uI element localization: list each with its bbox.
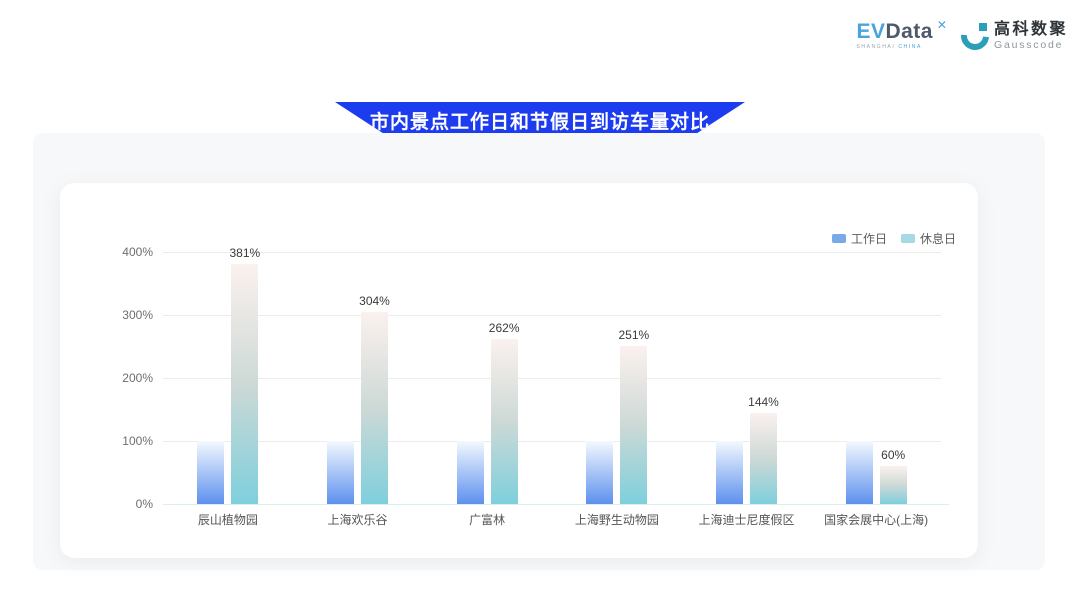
bar-group: 251%上海野生动物园 bbox=[586, 252, 647, 504]
bar-value-label: 304% bbox=[359, 294, 390, 308]
gausscode-name-cn: 高科数聚 bbox=[994, 22, 1068, 38]
bar-restday[interactable] bbox=[361, 312, 388, 504]
y-axis-label: 100% bbox=[97, 434, 153, 448]
bar-restday[interactable] bbox=[750, 413, 777, 504]
bar-workday[interactable] bbox=[586, 441, 613, 504]
legend-item[interactable]: 工作日 bbox=[832, 230, 887, 247]
legend-item[interactable]: 休息日 bbox=[901, 230, 956, 247]
bar-group: 304%上海欢乐谷 bbox=[327, 252, 388, 504]
gausscode-icon bbox=[961, 22, 989, 50]
bar-group: 144%上海迪士尼度假区 bbox=[716, 252, 777, 504]
grid-line bbox=[163, 315, 941, 316]
evdata-logo: EVData ✕ SHANGHAI CHINA bbox=[856, 22, 947, 50]
x-axis-label: 辰山植物园 bbox=[198, 511, 258, 528]
bar-workday[interactable] bbox=[197, 441, 224, 504]
bar-restday[interactable] bbox=[620, 346, 647, 504]
evdata-x-icon: ✕ bbox=[937, 18, 947, 32]
bar-restday[interactable] bbox=[491, 339, 518, 504]
y-axis-label: 0% bbox=[97, 497, 153, 511]
bar-workday[interactable] bbox=[846, 441, 873, 504]
bar-value-label: 144% bbox=[748, 395, 779, 409]
bar-value-label: 381% bbox=[229, 246, 260, 260]
bar-workday[interactable] bbox=[327, 441, 354, 504]
y-axis-label: 300% bbox=[97, 308, 153, 322]
gausscode-name-en: Gausscode bbox=[994, 40, 1068, 51]
bar-restday[interactable] bbox=[231, 264, 258, 504]
y-axis-label: 200% bbox=[97, 371, 153, 385]
legend-label: 休息日 bbox=[920, 230, 956, 247]
legend-swatch bbox=[832, 234, 846, 243]
bar-workday[interactable] bbox=[716, 441, 743, 504]
x-axis-label: 广富林 bbox=[469, 511, 505, 528]
grid-line bbox=[163, 252, 941, 253]
bar-restday[interactable] bbox=[880, 466, 907, 504]
bar-value-label: 262% bbox=[489, 321, 520, 335]
page: EVData ✕ SHANGHAI CHINA 高科数聚 Gausscode 市… bbox=[0, 0, 1080, 608]
gausscode-logo: 高科数聚 Gausscode bbox=[961, 22, 1068, 51]
x-axis-label: 上海欢乐谷 bbox=[327, 511, 387, 528]
bar-group: 381%辰山植物园 bbox=[197, 252, 258, 504]
chart-legend: 工作日 休息日 bbox=[832, 230, 956, 247]
chart-title: 市内景点工作日和节假日到访车量对比 bbox=[370, 107, 710, 134]
x-axis-line bbox=[163, 504, 949, 505]
bar-group: 60%国家会展中心(上海) bbox=[846, 252, 907, 504]
header-logos: EVData ✕ SHANGHAI CHINA 高科数聚 Gausscode bbox=[856, 22, 1068, 51]
legend-swatch bbox=[901, 234, 915, 243]
bar-workday[interactable] bbox=[457, 441, 484, 504]
plot-area: 0%100%200%300%400%381%辰山植物园304%上海欢乐谷262%… bbox=[163, 252, 941, 504]
bar-group: 262%广富林 bbox=[457, 252, 518, 504]
evdata-logo-subtitle: SHANGHAI CHINA bbox=[856, 44, 933, 50]
y-axis-label: 400% bbox=[97, 245, 153, 259]
evdata-logo-text: EVData bbox=[856, 22, 933, 42]
chart-card: 工作日休息日 0%100%200%300%400%381%辰山植物园304%上海… bbox=[60, 183, 978, 558]
x-axis-label: 上海野生动物园 bbox=[575, 511, 659, 528]
grid-line bbox=[163, 378, 941, 379]
legend-label: 工作日 bbox=[851, 230, 887, 247]
bar-value-label: 60% bbox=[881, 448, 905, 462]
x-axis-label: 国家会展中心(上海) bbox=[824, 511, 928, 528]
x-axis-label: 上海迪士尼度假区 bbox=[698, 511, 794, 528]
bar-value-label: 251% bbox=[618, 328, 649, 342]
grid-line bbox=[163, 441, 941, 442]
